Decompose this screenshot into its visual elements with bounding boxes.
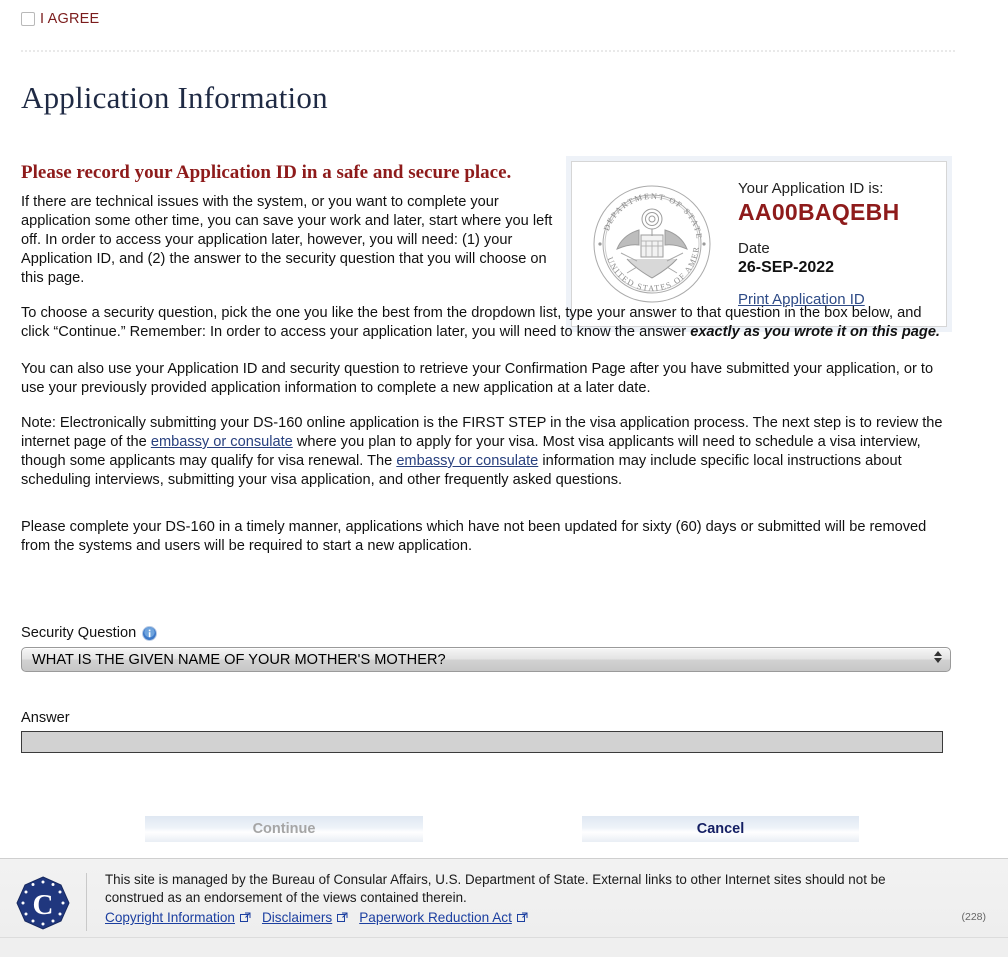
external-link-icon	[516, 910, 528, 922]
checkbox-unchecked-icon[interactable]	[21, 12, 35, 26]
disclaimers-link[interactable]: Disclaimers	[262, 910, 332, 925]
info-icon[interactable]	[142, 625, 158, 641]
footer-links: Copyright Information Disclaimers Paperwor…	[105, 909, 887, 927]
paragraph-technical-issues: If there are technical issues with the s…	[21, 194, 553, 286]
body-content: Please record your Application ID in a s…	[21, 162, 951, 572]
answer-input[interactable]	[21, 731, 943, 753]
footer-disclaimer: This site is managed by the Bureau of Co…	[105, 872, 886, 905]
paragraph-timely-manner: Please complete your DS-160 in a timely …	[21, 519, 927, 554]
security-question-label-row: Security Question	[21, 625, 951, 641]
record-id-heading: Please record your Application ID in a s…	[21, 162, 512, 183]
security-question-label: Security Question	[21, 625, 137, 641]
answer-label: Answer	[21, 710, 70, 726]
agree-label: I AGREE	[40, 11, 100, 27]
cancel-button[interactable]: Cancel	[582, 816, 859, 842]
paragraph-note-first-step: Note: Electronically submitting your DS-…	[21, 414, 951, 490]
paragraph-choose-question-emphasis: exactly as you wrote it on this page.	[690, 324, 940, 340]
application-information-page: I AGREE Application Information DEPARTME…	[0, 0, 1008, 957]
page-title: Application Information	[21, 80, 328, 115]
security-form: Security Question WHAT IS THE GIVEN NAME…	[21, 625, 951, 753]
paragraph-confirmation-page: You can also use your Application ID and…	[21, 361, 934, 396]
copyright-information-link[interactable]: Copyright Information	[105, 910, 235, 925]
paperwork-reduction-act-link[interactable]: Paperwork Reduction Act	[359, 910, 512, 925]
continue-button[interactable]: Continue	[145, 816, 423, 842]
embassy-or-consulate-link-2[interactable]: embassy or consulate	[396, 453, 538, 469]
consular-affairs-seal-icon: C	[0, 871, 86, 931]
external-link-icon	[239, 910, 251, 922]
security-question-select[interactable]: WHAT IS THE GIVEN NAME OF YOUR MOTHER'S …	[21, 647, 951, 672]
footer-text-block: This site is managed by the Bureau of Co…	[87, 871, 887, 931]
button-row: Continue Cancel	[0, 816, 1008, 844]
external-link-icon	[337, 910, 348, 922]
page-code: (228)	[961, 911, 986, 923]
paragraph-choose-question: To choose a security question, pick the …	[21, 304, 951, 342]
svg-text:C: C	[33, 889, 54, 921]
divider	[21, 50, 955, 52]
agree-row: I AGREE	[21, 11, 99, 27]
security-question-select-wrap: WHAT IS THE GIVEN NAME OF YOUR MOTHER'S …	[21, 641, 951, 672]
embassy-or-consulate-link-1[interactable]: embassy or consulate	[151, 434, 293, 450]
bottom-strip	[0, 937, 1008, 957]
